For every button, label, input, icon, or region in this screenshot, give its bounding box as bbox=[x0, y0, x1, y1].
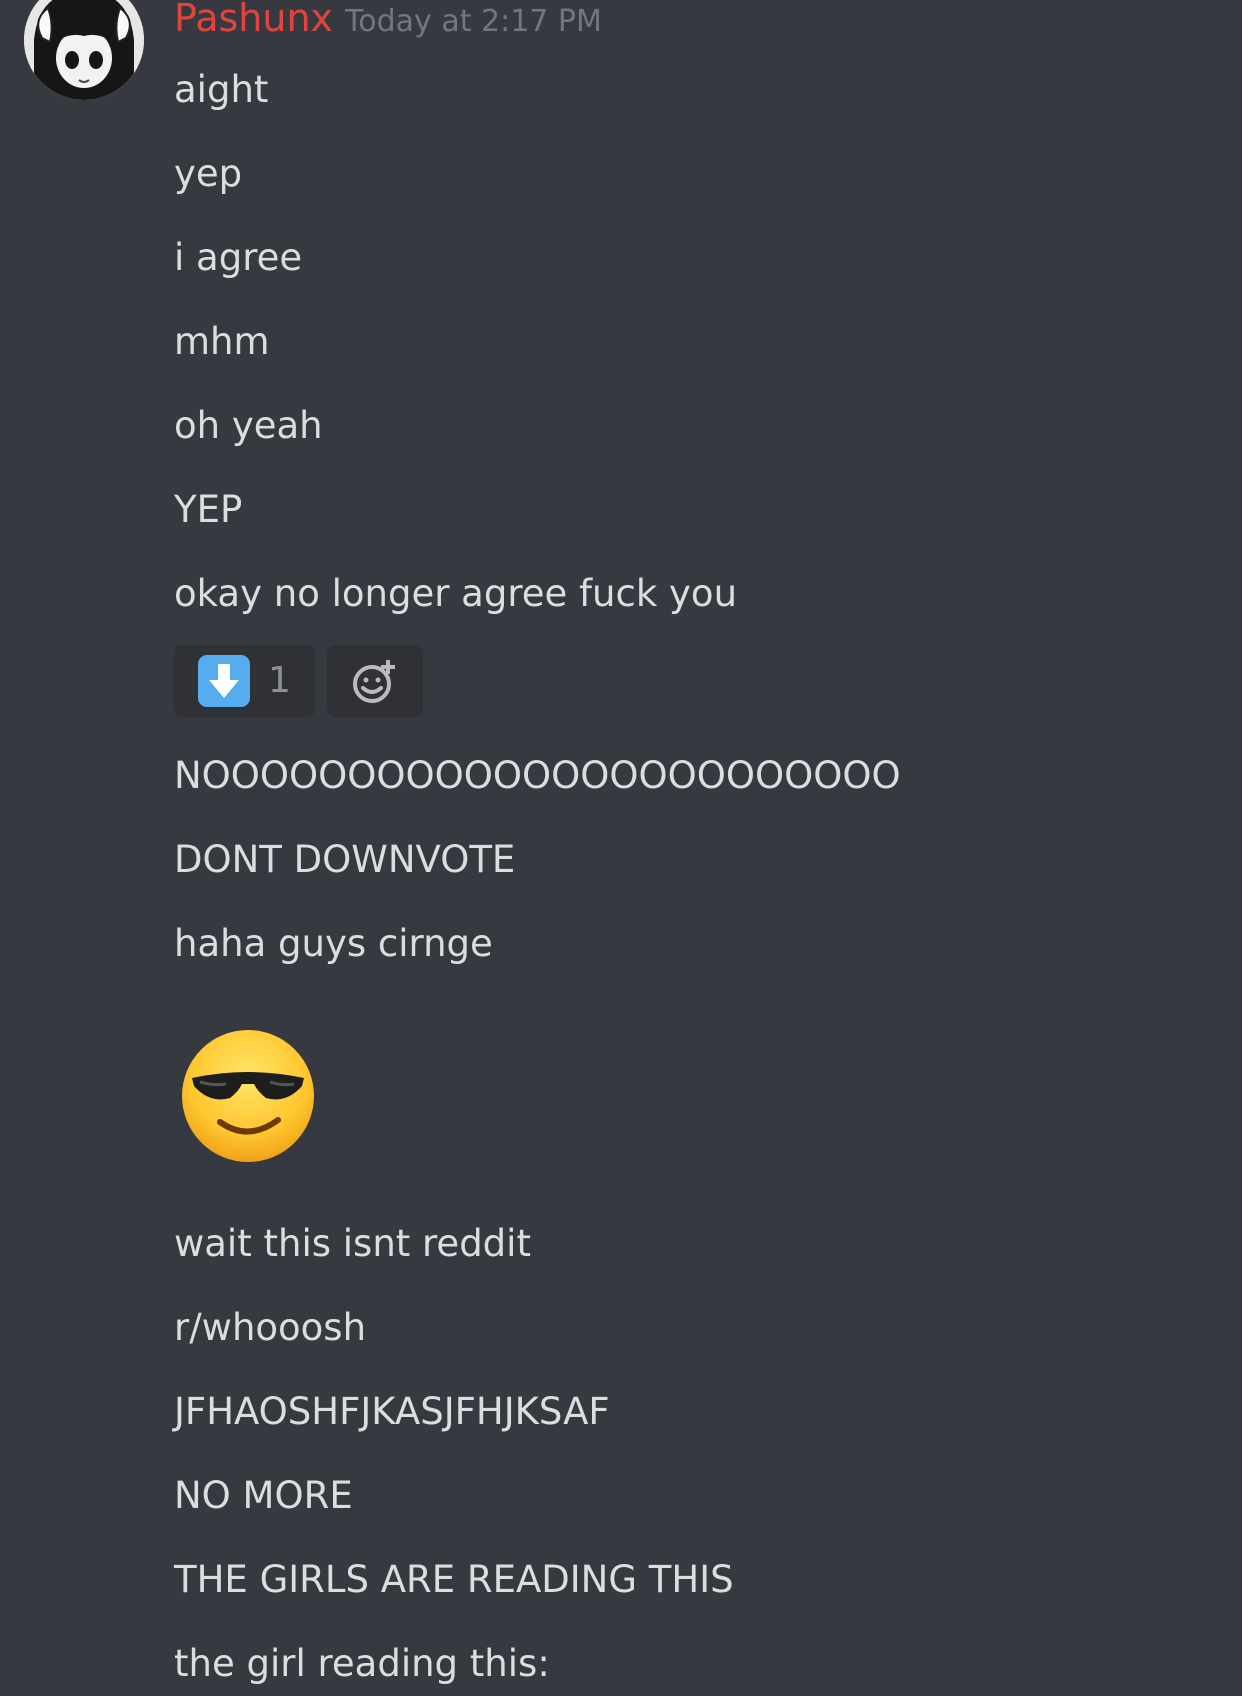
message-timestamp[interactable]: Today at 2:17 PM bbox=[345, 0, 602, 46]
down-arrow-emoji bbox=[198, 655, 250, 707]
reaction-count: 1 bbox=[268, 660, 291, 701]
message-line: oh yeah bbox=[174, 404, 323, 447]
add-reaction-icon bbox=[353, 660, 395, 703]
message-line: THE GIRLS ARE READING THIS bbox=[174, 1558, 734, 1601]
message-line: i agree bbox=[174, 236, 303, 279]
message-line: wait this isnt reddit bbox=[174, 1222, 531, 1265]
message-line: r/whooosh bbox=[174, 1306, 367, 1349]
message-line: yep bbox=[174, 152, 243, 195]
smiling-face-with-sunglasses-emoji bbox=[178, 1026, 318, 1166]
reaction-bar: 1 bbox=[174, 645, 423, 717]
message-line: mhm bbox=[174, 320, 270, 363]
message-header: Pashunx Today at 2:17 PM bbox=[174, 0, 602, 42]
message-line: JFHAOSHFJKASJFHJKSAF bbox=[174, 1390, 610, 1433]
message-line: NO MORE bbox=[174, 1474, 353, 1517]
add-reaction-button[interactable] bbox=[327, 645, 423, 717]
message-line: haha guys cirnge bbox=[174, 922, 493, 965]
message-line: okay no longer agree fuck you bbox=[174, 572, 738, 615]
message-line: the girl reading this: bbox=[174, 1642, 550, 1685]
message-line: aight bbox=[174, 68, 269, 111]
message-line: NOOOOOOOOOOOOOOOOOOOOOOOO bbox=[174, 754, 901, 797]
author-name[interactable]: Pashunx bbox=[174, 0, 333, 42]
message-line: DONT DOWNVOTE bbox=[174, 838, 516, 881]
avatar-image bbox=[24, 0, 144, 100]
message-line: YEP bbox=[174, 488, 243, 531]
reaction-down-arrow[interactable]: 1 bbox=[174, 645, 315, 717]
avatar[interactable] bbox=[24, 0, 144, 100]
